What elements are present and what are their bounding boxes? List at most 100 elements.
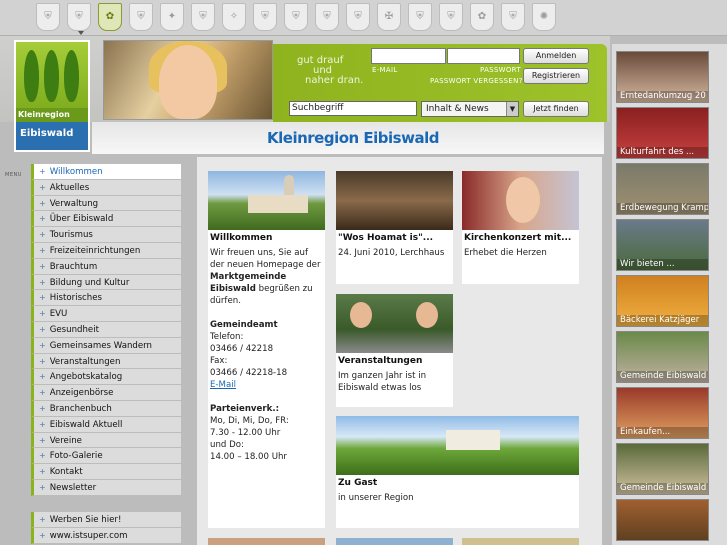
card-title: Zu Gast	[338, 478, 378, 488]
card-text: 24. Juni 2010, Lerchhaus	[338, 248, 445, 258]
site-logo[interactable]: Kleinregion Eibiswald	[14, 40, 90, 152]
forgot-password-link[interactable]: PASSWORT VERGESSEN?	[430, 77, 523, 85]
password-field[interactable]	[447, 48, 520, 64]
plus-icon: +	[39, 198, 46, 208]
logo-band: Kleinregion	[16, 108, 88, 122]
card-partial[interactable]	[208, 538, 325, 545]
crest-icon[interactable]: ✿	[470, 3, 494, 31]
nav-item[interactable]: + Historisches	[31, 290, 181, 307]
card-title: Willkommen	[210, 233, 273, 243]
gallery-thumb[interactable]: Bäckerei Katzjäger	[616, 275, 709, 327]
crest-icon[interactable]: ⛨	[191, 3, 215, 31]
gallery-thumb[interactable]: Erntedankumzug 20	[616, 51, 709, 103]
card-hoamat[interactable]: "Wos Hoamat is"... 24. Juni 2010, Lerchh…	[336, 171, 453, 284]
plus-icon: +	[39, 451, 46, 461]
nav-item[interactable]: + Eibiswald Aktuell	[31, 416, 181, 433]
crest-icon[interactable]: ⛨	[67, 3, 91, 31]
nav-item[interactable]: + Angebotskatalog	[31, 369, 181, 386]
nav-item[interactable]: + Gesundheit	[31, 321, 181, 338]
nav-item[interactable]: + Willkommen	[31, 164, 181, 180]
gallery-thumb[interactable]: Kulturfahrt des ...	[616, 107, 709, 159]
gallery-thumb[interactable]: Einkaufen...	[616, 387, 709, 439]
gallery-thumb[interactable]: Gemeinde Eibiswald	[616, 443, 709, 495]
email-link[interactable]: E-Mail	[210, 380, 236, 390]
card-guest[interactable]: Zu Gast in unserer Region	[336, 416, 579, 528]
card-partial[interactable]	[462, 538, 579, 545]
plus-icon: +	[39, 372, 46, 382]
plus-icon: +	[39, 277, 46, 287]
thumb-caption: Kulturfahrt des ...	[617, 147, 708, 158]
nav-item[interactable]: + Brauchtum	[31, 258, 181, 275]
secondary-nav: + Werben Sie hier! + www.istsuper.com	[31, 512, 181, 544]
active-crest-marker	[78, 31, 84, 35]
nav-item[interactable]: + Werben Sie hier!	[31, 512, 181, 528]
logo-name: Eibiswald	[20, 128, 74, 139]
nav-item[interactable]: + www.istsuper.com	[31, 527, 181, 544]
plus-icon: +	[39, 309, 46, 319]
login-button[interactable]: Anmelden	[523, 48, 589, 64]
crest-icon[interactable]: ✦	[160, 3, 184, 31]
plus-icon: +	[39, 182, 46, 192]
card-partial[interactable]	[336, 538, 453, 545]
plus-icon: +	[39, 419, 46, 429]
thumb-caption: Gemeinde Eibiswald	[617, 371, 708, 382]
crest-icon[interactable]: ✠	[377, 3, 401, 31]
crest-icon[interactable]: ⛨	[129, 3, 153, 31]
crest-icon[interactable]: ⛨	[408, 3, 432, 31]
card-welcome[interactable]: Willkommen Wir freuen uns, Sie auf der n…	[208, 171, 325, 528]
search-button[interactable]: Jetzt finden	[523, 101, 589, 117]
crest-icon[interactable]: ⛨	[253, 3, 277, 31]
crest-icon[interactable]: ✺	[532, 3, 556, 31]
nav-item[interactable]: + Gemeinsames Wandern	[31, 337, 181, 354]
main-nav: + Willkommen + Aktuelles + Verwaltung + Über Ei…	[31, 164, 181, 496]
crest-icon[interactable]: ⛨	[346, 3, 370, 31]
thumb-caption: Einkaufen...	[617, 427, 708, 438]
nav-item[interactable]: + Bildung und Kultur	[31, 274, 181, 291]
card-title: Kirchenkonzert mit...	[464, 233, 572, 243]
chevron-down-icon[interactable]: ▼	[506, 102, 518, 116]
nav-item[interactable]: + Newsletter	[31, 479, 181, 496]
gallery-thumb[interactable]: Wir bieten ...	[616, 219, 709, 271]
crest-icon[interactable]: ⛨	[284, 3, 308, 31]
card-image	[208, 171, 325, 230]
gallery-thumb[interactable]	[616, 499, 709, 541]
thumb-caption: Erntedankumzug 20	[617, 91, 708, 102]
crest-icon[interactable]: ⛨	[501, 3, 525, 31]
plus-icon: +	[39, 515, 46, 524]
nav-item[interactable]: + Anzeigenbörse	[31, 385, 181, 401]
nav-item[interactable]: + Aktuelles	[31, 179, 181, 196]
card-events[interactable]: Veranstaltungen Im ganzen Jahr ist in Ei…	[336, 294, 453, 407]
card-image	[336, 416, 579, 475]
plus-icon: +	[39, 435, 46, 445]
thumb-caption: Erdbewegung Kramp	[617, 203, 708, 214]
card-konzert[interactable]: Kirchenkonzert mit... Erhebet die Herzen	[462, 171, 579, 284]
plus-icon: +	[39, 293, 46, 303]
email-field[interactable]	[371, 48, 446, 64]
crest-icon[interactable]: ⛨	[439, 3, 463, 31]
nav-item[interactable]: + Tourismus	[31, 227, 181, 243]
search-scope-select[interactable]: Inhalt & News ▼	[421, 101, 519, 117]
search-input[interactable]: Suchbegriff	[289, 101, 417, 116]
gallery-thumb[interactable]: Gemeinde Eibiswald	[616, 331, 709, 383]
nav-item[interactable]: + Veranstaltungen	[31, 353, 181, 370]
nav-item[interactable]: + Foto-Galerie	[31, 448, 181, 465]
nav-item[interactable]: + Vereine	[31, 432, 181, 449]
nav-item[interactable]: + Verwaltung	[31, 195, 181, 212]
gallery-thumb[interactable]: Erdbewegung Kramp	[616, 163, 709, 215]
register-button[interactable]: Registrieren	[523, 68, 589, 84]
menu-label: MENU	[5, 172, 22, 178]
nav-item[interactable]: + Über Eibiswald	[31, 211, 181, 228]
nav-item[interactable]: + Branchenbuch	[31, 400, 181, 417]
nav-item[interactable]: + Kontakt	[31, 464, 181, 480]
card-image	[462, 171, 579, 230]
crest-icon[interactable]: ⛨	[36, 3, 60, 31]
nav-item[interactable]: + Freizeiteinrichtungen	[31, 242, 181, 259]
card-image	[336, 294, 453, 353]
plus-icon: +	[39, 403, 46, 413]
plus-icon: +	[39, 340, 46, 350]
nav-item[interactable]: + EVU	[31, 306, 181, 322]
crest-icon[interactable]: ✧	[222, 3, 246, 31]
crest-icon[interactable]: ⛨	[315, 3, 339, 31]
crest-icon[interactable]: ✿	[98, 3, 122, 31]
thumb-caption: Wir bieten ...	[617, 259, 708, 270]
